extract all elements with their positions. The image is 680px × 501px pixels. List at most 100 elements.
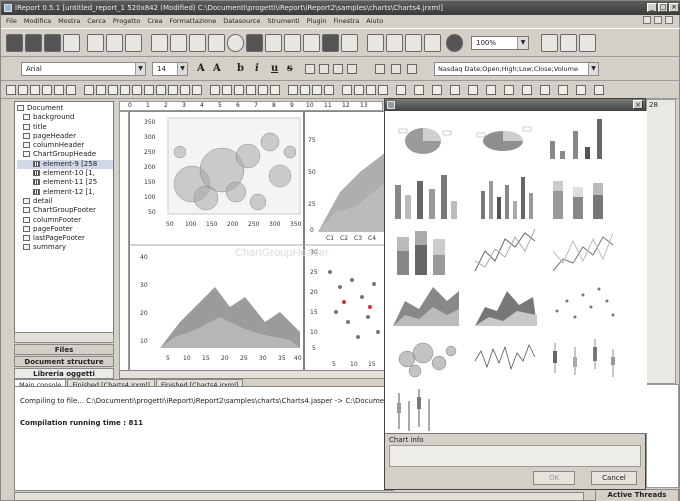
thumb-time-series[interactable]	[474, 344, 536, 371]
thumb-bar-3d[interactable]	[395, 175, 457, 219]
align-icon[interactable]	[30, 85, 40, 95]
valign-bottom-icon[interactable]	[407, 64, 417, 74]
tab-libreria-oggetti[interactable]: Libreria oggetti	[14, 368, 114, 379]
menu-file[interactable]: File	[6, 15, 17, 27]
thumb-high-low[interactable]	[397, 389, 430, 431]
thumb-xy-line[interactable]	[552, 232, 614, 272]
arrow-right-icon[interactable]	[560, 34, 577, 52]
tree-scrollbar[interactable]	[14, 332, 114, 343]
text-field-icon[interactable]	[284, 34, 301, 52]
align-icon[interactable]	[18, 85, 28, 95]
spacing-icon[interactable]	[324, 85, 334, 95]
datasource-combo[interactable]: Nasdaq Date;Open;High;Low;Close;Volume ▼	[434, 62, 599, 76]
report-design-canvas[interactable]: 350 300 250 200 150 100 50 50 100 150 20…	[129, 111, 385, 371]
paste-icon[interactable]	[125, 34, 142, 52]
tab-files[interactable]: Files	[14, 344, 114, 355]
order-icon[interactable]	[354, 85, 364, 95]
image-icon[interactable]	[246, 34, 263, 52]
spacing-icon[interactable]	[222, 85, 232, 95]
arrow-forward-icon[interactable]	[579, 34, 596, 52]
copy-icon[interactable]	[106, 34, 123, 52]
size-icon[interactable]	[168, 85, 178, 95]
size-icon[interactable]	[132, 85, 142, 95]
menu-strumenti[interactable]: Strumenti	[267, 15, 299, 27]
thumb-candlestick[interactable]	[553, 339, 615, 377]
cut-icon[interactable]	[87, 34, 104, 52]
menu-crea[interactable]: Crea	[147, 15, 162, 27]
move-icon[interactable]	[576, 85, 586, 95]
center-icon[interactable]	[504, 85, 514, 95]
align-icon[interactable]	[66, 85, 76, 95]
chevron-down-icon[interactable]: ▼	[135, 63, 145, 75]
menu-plugin[interactable]: Plugin	[307, 15, 327, 27]
tree-item-background[interactable]: background	[17, 113, 113, 122]
tree-item-chartgroupfooter[interactable]: ChartGroupFooter	[17, 206, 113, 215]
menu-formattazione[interactable]: Formattazione	[169, 15, 216, 27]
move-icon[interactable]	[594, 85, 604, 95]
tree-item-chartgroupheader[interactable]: ChartGroupHeade	[17, 150, 113, 159]
center-icon[interactable]	[432, 85, 442, 95]
maximize-button[interactable]: □	[658, 3, 668, 12]
size-icon[interactable]	[84, 85, 94, 95]
new-report-icon[interactable]	[6, 34, 23, 52]
valign-middle-icon[interactable]	[391, 64, 401, 74]
tree-item-lastpagefooter[interactable]: lastPageFooter	[17, 234, 113, 243]
align-icon[interactable]	[6, 85, 16, 95]
rounded-rect-icon[interactable]	[208, 34, 225, 52]
tree-item-summary[interactable]: summary	[17, 243, 113, 252]
ok-button[interactable]: OK	[533, 471, 575, 485]
minimize-button[interactable]: _	[647, 3, 657, 12]
size-icon[interactable]	[156, 85, 166, 95]
chart-tool-icon[interactable]	[322, 34, 339, 52]
move-icon[interactable]	[540, 85, 550, 95]
menu-progetto[interactable]: Progetto	[113, 15, 141, 27]
menu-cerca[interactable]: Cerca	[87, 15, 106, 27]
tree-item-element-12[interactable]: element-12 [1,	[17, 188, 113, 197]
size-icon[interactable]	[108, 85, 118, 95]
thumb-stacked-bar[interactable]	[553, 181, 603, 219]
italic-button[interactable]: i	[255, 62, 259, 76]
underline-button[interactable]: u	[271, 62, 278, 76]
menu-modifica[interactable]: Modifica	[24, 15, 51, 27]
crosstab-icon[interactable]	[386, 34, 403, 52]
console-scrollbar[interactable]	[14, 492, 584, 501]
design-scrollbar[interactable]	[119, 370, 385, 379]
cancel-button[interactable]: Cancel	[591, 471, 637, 485]
database-icon[interactable]	[446, 34, 463, 52]
thumb-pie[interactable]	[398, 128, 452, 154]
align-center-icon[interactable]	[319, 64, 329, 74]
tree-item-document[interactable]: Document	[17, 104, 113, 113]
menu-finestra[interactable]: Finestra	[334, 15, 360, 27]
spacing-icon[interactable]	[258, 85, 268, 95]
thumb-xy-area[interactable]	[475, 291, 537, 326]
spacing-icon[interactable]	[300, 85, 310, 95]
thumb-scatter[interactable]	[555, 287, 615, 319]
center-icon[interactable]	[486, 85, 496, 95]
tree-item-detail[interactable]: detail	[17, 197, 113, 206]
order-icon[interactable]	[378, 85, 388, 95]
mdi-minimize-icon[interactable]	[643, 16, 651, 24]
tree-item-element-10[interactable]: element-10 [1,	[17, 169, 113, 178]
spacing-icon[interactable]	[288, 85, 298, 95]
chevron-down-icon[interactable]: ▼	[517, 37, 528, 49]
static-text-icon[interactable]	[265, 34, 282, 52]
tab-document-structure[interactable]: Document structure	[14, 356, 114, 367]
thumb-stacked-bar-3d[interactable]	[397, 231, 445, 275]
spacing-icon[interactable]	[210, 85, 220, 95]
chevron-down-icon[interactable]: ▼	[177, 63, 187, 75]
tree-item-pagefooter[interactable]: pageFooter	[17, 225, 113, 234]
frame-icon[interactable]	[367, 34, 384, 52]
thumb-pie-3d[interactable]	[476, 126, 532, 151]
order-icon[interactable]	[396, 85, 406, 95]
strike-button[interactable]: s	[287, 62, 293, 76]
thumb-bar[interactable]	[550, 119, 602, 159]
chevron-down-icon[interactable]: ▼	[588, 63, 598, 75]
size-combo[interactable]: 14 ▼	[152, 62, 188, 76]
align-icon[interactable]	[54, 85, 64, 95]
spacing-icon[interactable]	[246, 85, 256, 95]
menu-datasource[interactable]: Datasource	[223, 15, 260, 27]
mdi-close-icon[interactable]	[665, 16, 673, 24]
valign-top-icon[interactable]	[375, 64, 385, 74]
order-icon[interactable]	[366, 85, 376, 95]
spacing-icon[interactable]	[270, 85, 280, 95]
